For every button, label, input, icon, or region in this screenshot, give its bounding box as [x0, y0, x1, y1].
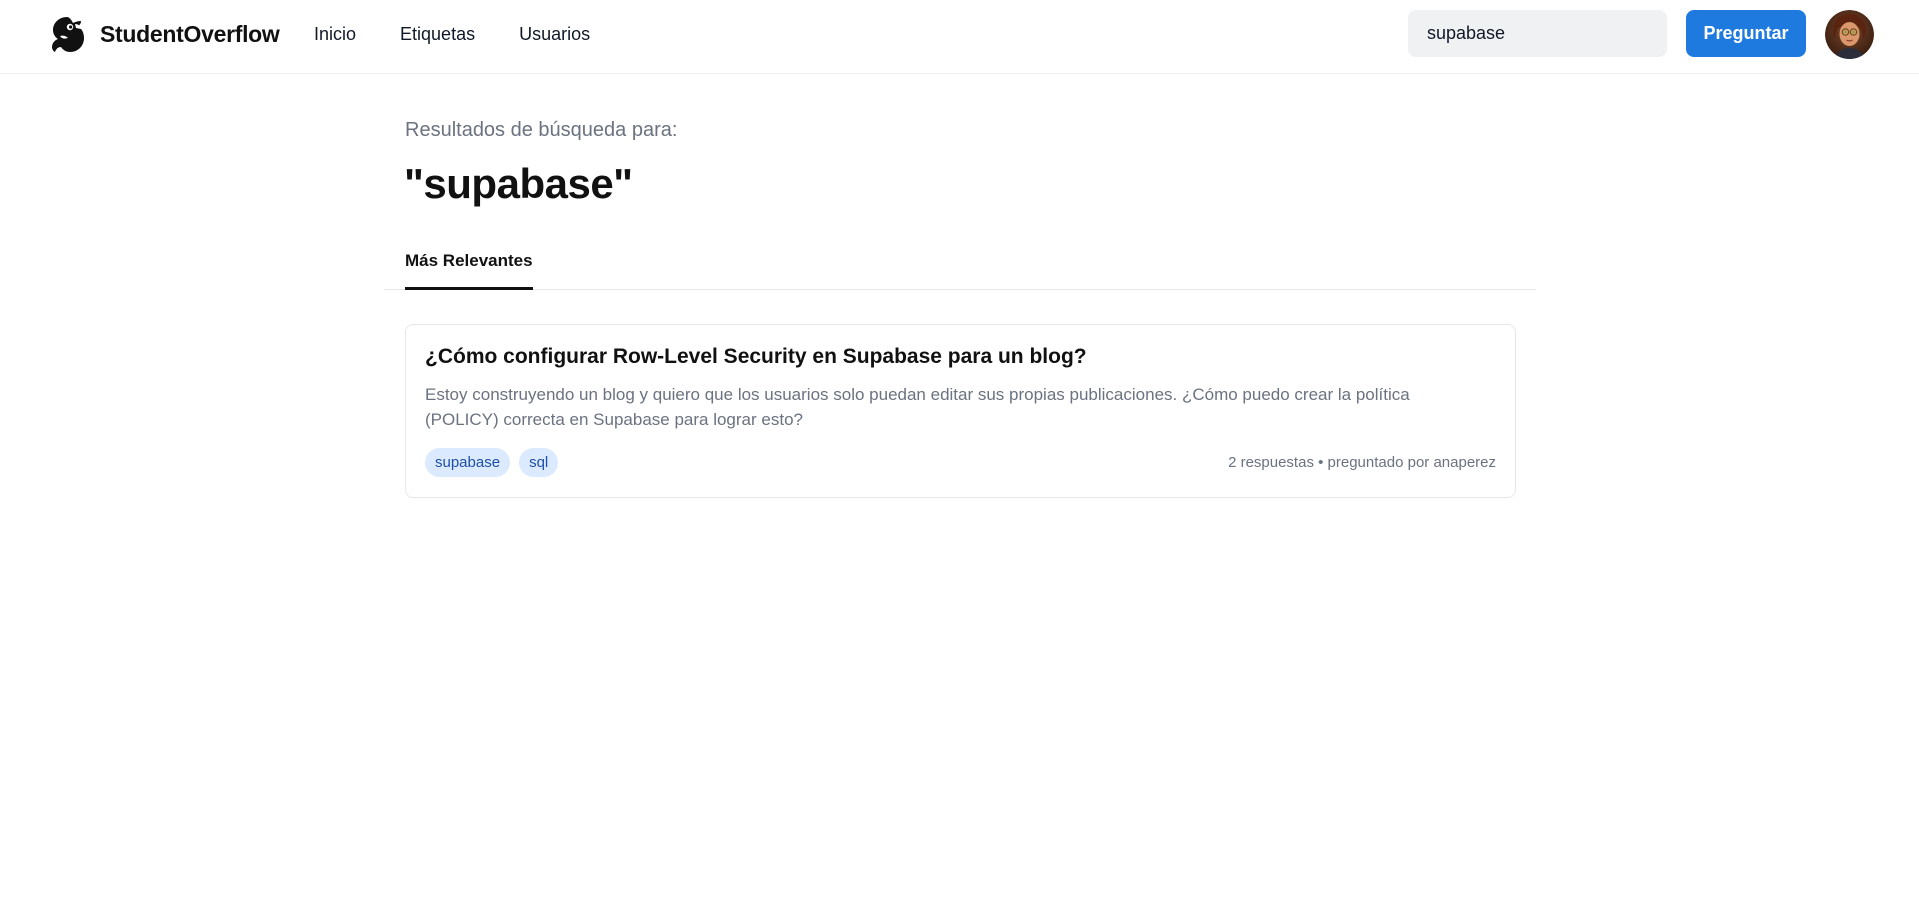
nav-link-usuarios[interactable]: Usuarios [519, 24, 590, 45]
tag-sql[interactable]: sql [519, 448, 559, 477]
avatar-image [1825, 10, 1874, 59]
results-label: Resultados de búsqueda para: [405, 119, 678, 141]
question-excerpt: Estoy construyendo un blog y quiero que … [425, 385, 1410, 429]
question-meta: 2 respuestas • preguntado por anaperez [1228, 454, 1496, 471]
search-query-title: "supabase" [404, 160, 633, 207]
nav-link-inicio[interactable]: Inicio [314, 24, 356, 45]
brand-home-link[interactable]: StudentOverflow [48, 14, 280, 54]
user-avatar[interactable] [1825, 10, 1874, 59]
main-nav: Inicio Etiquetas Usuarios [314, 0, 590, 68]
brand-name: StudentOverflow [100, 20, 280, 47]
question-card[interactable]: ¿Cómo configurar Row-Level Security en S… [405, 324, 1516, 498]
top-navbar: StudentOverflow Inicio Etiquetas Usuario… [0, 0, 1919, 74]
parrot-logo-icon [52, 17, 84, 52]
ask-question-button[interactable]: Preguntar [1686, 10, 1806, 57]
tag-supabase[interactable]: supabase [425, 448, 511, 477]
sort-tabs: Más Relevantes [384, 240, 1536, 290]
nav-link-etiquetas[interactable]: Etiquetas [400, 24, 475, 45]
tab-most-relevant[interactable]: Más Relevantes [405, 240, 533, 290]
question-tags: supabase sql [425, 448, 559, 477]
search-input[interactable] [1408, 10, 1667, 57]
question-title-link[interactable]: ¿Cómo configurar Row-Level Security en S… [425, 345, 1087, 369]
